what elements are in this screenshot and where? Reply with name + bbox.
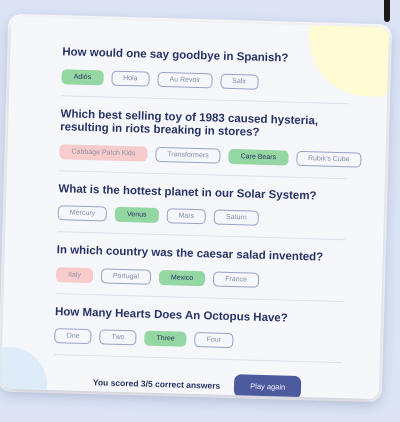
- quiz-card: How would one say goodbye in Spanish? Ad…: [0, 16, 390, 400]
- answer-list: Italy Portugal Mexico France: [55, 266, 344, 290]
- answer-list: Cabbage Patch Kids Transformers Care Bea…: [59, 143, 362, 168]
- answer-option-correct[interactable]: Venus: [114, 206, 159, 223]
- answer-option[interactable]: Au Revoir: [157, 71, 213, 88]
- answer-option-correct[interactable]: Adiós: [61, 68, 104, 85]
- answer-list: Adiós Hola Au Revoir Salir: [61, 68, 349, 92]
- background-decoration: [384, 0, 390, 22]
- results-footer: You scored 3/5 correct answers Play agai…: [53, 355, 342, 400]
- score-text: You scored 3/5 correct answers: [92, 376, 221, 391]
- answer-option[interactable]: Two: [99, 329, 137, 346]
- question-title: Which best selling toy of 1983 caused hy…: [60, 107, 319, 139]
- question-1: How would one say goodbye in Spanish? Ad…: [61, 32, 351, 104]
- quiz-content: How would one say goodbye in Spanish? Ad…: [1, 17, 389, 400]
- answer-option[interactable]: Mars: [166, 208, 207, 225]
- question-4: In which country was the caesar salad in…: [55, 232, 346, 302]
- answer-option[interactable]: Salir: [220, 73, 259, 90]
- play-again-button[interactable]: Play again: [233, 374, 302, 400]
- answer-option-correct[interactable]: Mexico: [158, 269, 206, 286]
- question-title: In which country was the caesar salad in…: [56, 244, 324, 264]
- answer-list: One Two Three Four: [54, 328, 342, 351]
- answer-option[interactable]: Portugal: [100, 267, 152, 285]
- answer-option[interactable]: Transformers: [155, 146, 221, 164]
- question-2: Which best selling toy of 1983 caused hy…: [58, 95, 362, 179]
- question-5: How Many Hearts Does An Octopus Have? On…: [53, 293, 344, 364]
- answer-option[interactable]: Mercury: [57, 205, 108, 222]
- question-title: What is the hottest planet in our Solar …: [58, 182, 317, 202]
- answer-option[interactable]: Rubik's Cube: [295, 150, 362, 168]
- answer-option[interactable]: Saturn: [213, 209, 259, 226]
- question-3: What is the hottest planet in our Solar …: [57, 170, 347, 241]
- answer-option-correct[interactable]: Three: [144, 330, 187, 347]
- answer-option-wrong[interactable]: Italy: [55, 266, 94, 283]
- answer-option[interactable]: France: [212, 271, 260, 288]
- answer-option-wrong[interactable]: Cabbage Patch Kids: [59, 143, 148, 162]
- question-title: How Many Hearts Does An Octopus Have?: [54, 305, 288, 325]
- answer-option[interactable]: Hola: [110, 70, 150, 87]
- answer-option-correct[interactable]: Care Bears: [228, 148, 289, 166]
- answer-option[interactable]: Four: [194, 332, 234, 349]
- answer-option[interactable]: One: [54, 328, 92, 345]
- answer-list: Mercury Venus Mars Saturn: [57, 205, 346, 228]
- question-title: How would one say goodbye in Spanish?: [62, 46, 289, 65]
